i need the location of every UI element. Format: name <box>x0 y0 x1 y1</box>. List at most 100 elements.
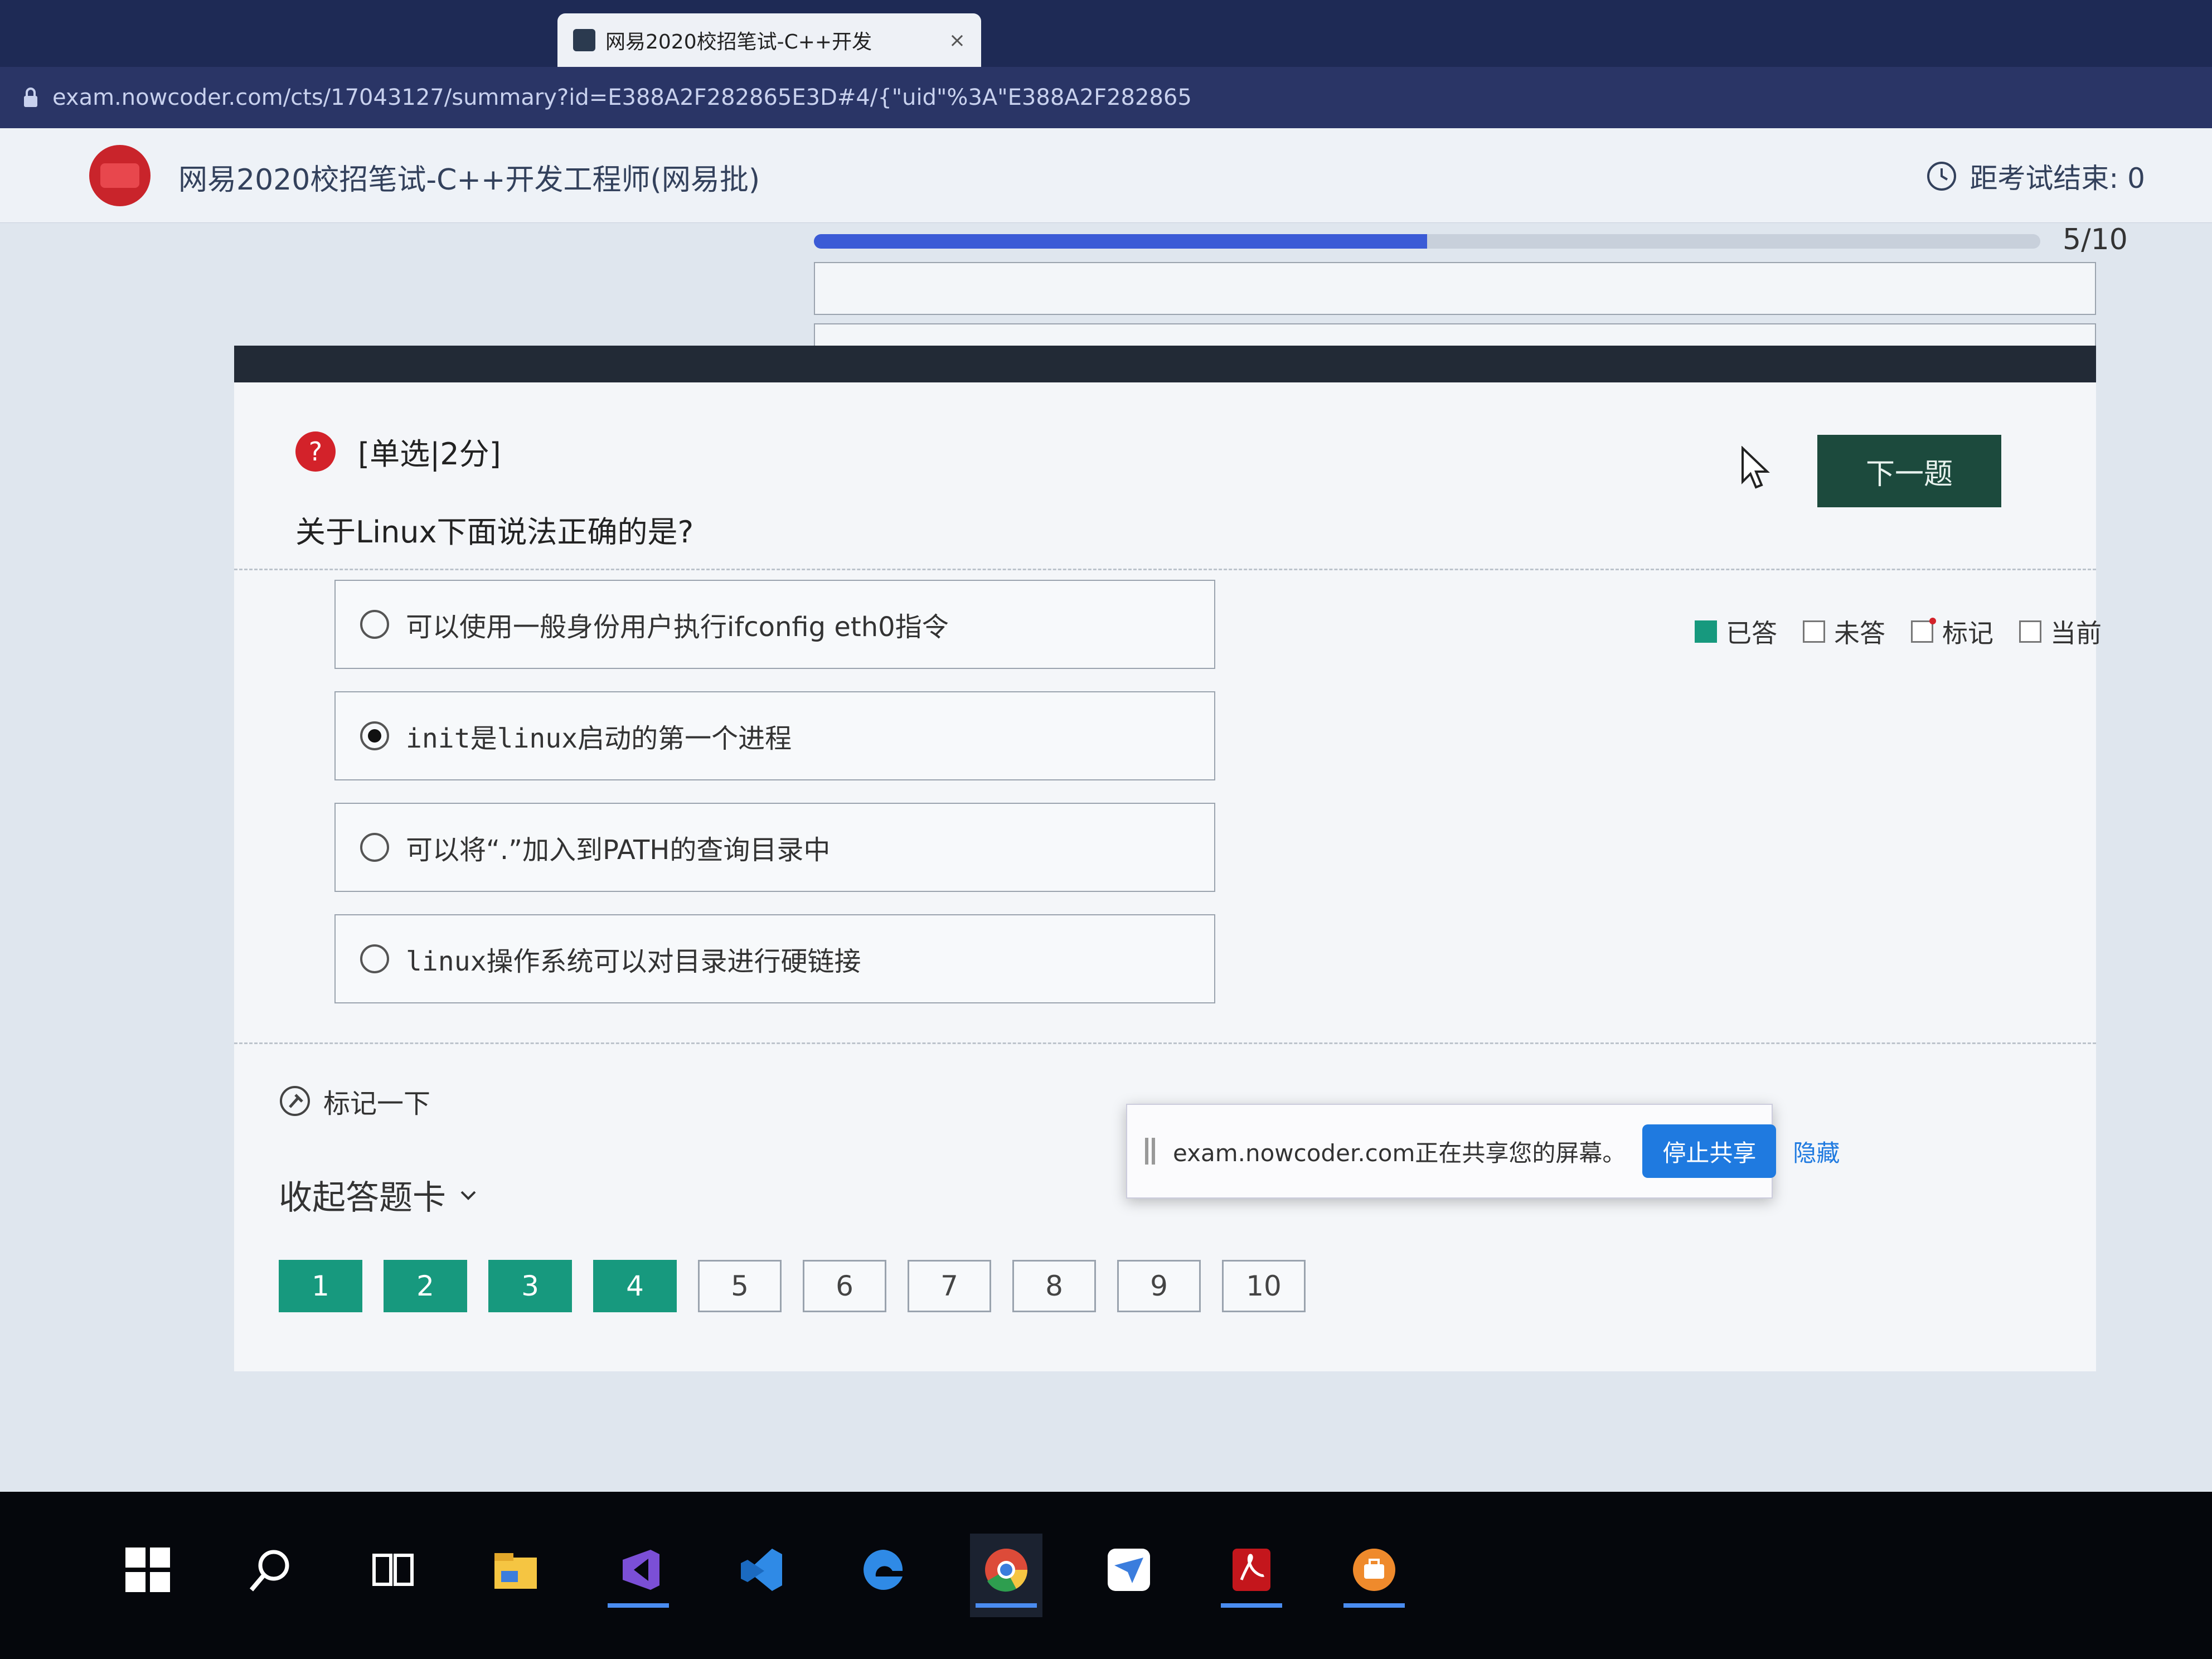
running-indicator <box>853 1603 914 1608</box>
search-icon <box>249 1550 289 1592</box>
legend-current: 当前 <box>2019 613 2102 650</box>
site-header: 网易2020校招笔试-C++开发工程师(网易批) 距考试结束: 0 <box>0 128 2212 223</box>
taskbar-visual-studio-button[interactable] <box>602 1534 675 1617</box>
taskbar-edge-button[interactable] <box>847 1534 920 1617</box>
question-number-6[interactable]: 6 <box>803 1260 886 1312</box>
question-number-4[interactable]: 4 <box>593 1260 677 1312</box>
question-mark-icon: ? <box>295 431 336 472</box>
next-question-button[interactable]: 下一题 <box>1817 435 2001 507</box>
taskbar-briefcase-button[interactable] <box>1338 1534 1410 1617</box>
question-number-1[interactable]: 1 <box>279 1260 362 1312</box>
legend-answered: 已答 <box>1695 613 1777 650</box>
question-number-2[interactable]: 2 <box>384 1260 467 1312</box>
legend-flagged: 标记 <box>1911 613 1993 650</box>
taskbar-windows-start-button[interactable] <box>111 1534 184 1617</box>
stop-sharing-button[interactable]: 停止共享 <box>1642 1124 1777 1178</box>
company-logo-icon <box>89 145 151 206</box>
option-label: 可以将“.”加入到PATH的查询目录中 <box>406 835 831 866</box>
screen: 网易2020校招笔试-C++开发 × exam.nowcoder.com/cts… <box>0 0 2212 1659</box>
windows-taskbar <box>0 1492 2212 1659</box>
taskbar-search-button[interactable] <box>234 1534 307 1617</box>
lock-icon <box>24 88 37 107</box>
browser-tab[interactable]: 网易2020校招笔试-C++开发 × <box>557 13 981 67</box>
question-number-7[interactable]: 7 <box>908 1260 991 1312</box>
running-indicator <box>1221 1603 1282 1608</box>
running-indicator <box>1343 1603 1405 1608</box>
drag-handle-icon[interactable] <box>1144 1134 1156 1168</box>
option-b[interactable]: init是linux启动的第一个进程 <box>334 691 1215 780</box>
option-radio[interactable] <box>360 610 389 639</box>
visual-studio-icon <box>623 1550 659 1590</box>
screen-share-notice: exam.nowcoder.com正在共享您的屏幕。 停止共享 隐藏 <box>1126 1104 1840 1199</box>
option-a[interactable]: 可以使用一般身份用户执行ifconfig eth0指令 <box>334 580 1215 669</box>
exam-title: 网易2020校招笔试-C++开发工程师(网易批) <box>178 163 760 197</box>
countdown-timer: 距考试结束: 0 <box>1926 156 2145 196</box>
option-radio[interactable] <box>360 944 389 973</box>
tab-favicon-icon <box>573 29 595 51</box>
running-indicator <box>976 1603 1037 1608</box>
legend-unanswered: 未答 <box>1803 613 1885 650</box>
taskbar-feishu-button[interactable] <box>1093 1534 1165 1617</box>
divider <box>234 1042 2096 1044</box>
option-radio[interactable] <box>360 721 389 750</box>
file-explorer-icon <box>494 1553 537 1589</box>
option-label: init是linux启动的第一个进程 <box>406 723 792 754</box>
running-indicator <box>240 1603 301 1608</box>
flag-question-toggle[interactable]: 标记一下 <box>279 1081 430 1120</box>
windows-start-icon <box>125 1548 170 1592</box>
vscode-icon <box>741 1549 782 1591</box>
current-swatch-icon <box>2019 620 2041 643</box>
taskbar-task-view-button[interactable] <box>357 1534 429 1617</box>
answer-card-numbers: 1 2 3 4 5 6 7 8 9 10 <box>279 1260 1306 1312</box>
address-bar[interactable]: exam.nowcoder.com/cts/17043127/summary?i… <box>0 67 2212 128</box>
question-type-label: [单选|2分] <box>358 436 501 472</box>
option-radio[interactable] <box>360 833 389 862</box>
flag-label: 标记一下 <box>323 1088 431 1119</box>
option-label: 可以使用一般身份用户执行ifconfig eth0指令 <box>406 612 949 643</box>
option-d[interactable]: linux操作系统可以对目录进行硬链接 <box>334 914 1215 1003</box>
browser-tab-bar: 网易2020校招笔试-C++开发 × <box>0 0 2212 67</box>
question-number-10[interactable]: 10 <box>1222 1260 1306 1312</box>
hide-notice-link[interactable]: 隐藏 <box>1793 1134 1840 1168</box>
blank-answer-box <box>814 262 2096 315</box>
question-number-9[interactable]: 9 <box>1117 1260 1201 1312</box>
taskbar-vscode-button[interactable] <box>725 1534 797 1617</box>
edge-icon <box>864 1550 903 1590</box>
taskbar-file-explorer-button[interactable] <box>479 1534 552 1617</box>
answered-swatch-icon <box>1695 620 1717 643</box>
progress-fill <box>814 234 1427 249</box>
task-view-icon <box>372 1554 414 1586</box>
chrome-icon <box>985 1549 1028 1592</box>
option-label: linux操作系统可以对目录进行硬链接 <box>406 946 861 977</box>
share-notice-text: exam.nowcoder.com正在共享您的屏幕。 <box>1173 1139 1626 1167</box>
question-card: ? [单选|2分] 关于Linux下面说法正确的是? 可以使用一般身份用户执行i… <box>234 346 2102 1371</box>
url-text[interactable]: exam.nowcoder.com/cts/17043127/summary?i… <box>52 85 1192 110</box>
question-number-5[interactable]: 5 <box>698 1260 782 1312</box>
taskbar-acrobat-button[interactable] <box>1215 1534 1288 1617</box>
question-type: ? [单选|2分] <box>295 429 501 473</box>
running-indicator <box>117 1603 178 1608</box>
collapse-label: 收起答题卡 <box>279 1178 446 1217</box>
collapse-answer-card-toggle[interactable]: 收起答题卡 <box>279 1171 479 1219</box>
chevron-down-icon <box>460 1191 476 1200</box>
running-indicator <box>608 1603 669 1608</box>
tab-title: 网易2020校招笔试-C++开发 <box>605 31 872 54</box>
tab-close-icon[interactable]: × <box>949 29 966 52</box>
option-c[interactable]: 可以将“.”加入到PATH的查询目录中 <box>334 803 1215 892</box>
question-number-3[interactable]: 3 <box>488 1260 572 1312</box>
clock-icon <box>1927 162 1957 191</box>
taskbar-chrome-button[interactable] <box>970 1534 1042 1617</box>
running-indicator <box>485 1603 546 1608</box>
running-indicator <box>1098 1603 1160 1608</box>
progress-bar <box>814 234 2040 249</box>
question-number-8[interactable]: 8 <box>1012 1260 1096 1312</box>
running-indicator <box>730 1603 792 1608</box>
timer-label: 距考试结束: 0 <box>1970 162 2145 195</box>
acrobat-icon <box>1233 1549 1270 1591</box>
divider <box>234 569 2096 570</box>
card-top-bar <box>234 346 2096 382</box>
briefcase-icon <box>1353 1549 1395 1591</box>
pin-flag-icon <box>280 1086 310 1116</box>
feishu-icon <box>1108 1549 1150 1591</box>
running-indicator <box>362 1603 424 1608</box>
